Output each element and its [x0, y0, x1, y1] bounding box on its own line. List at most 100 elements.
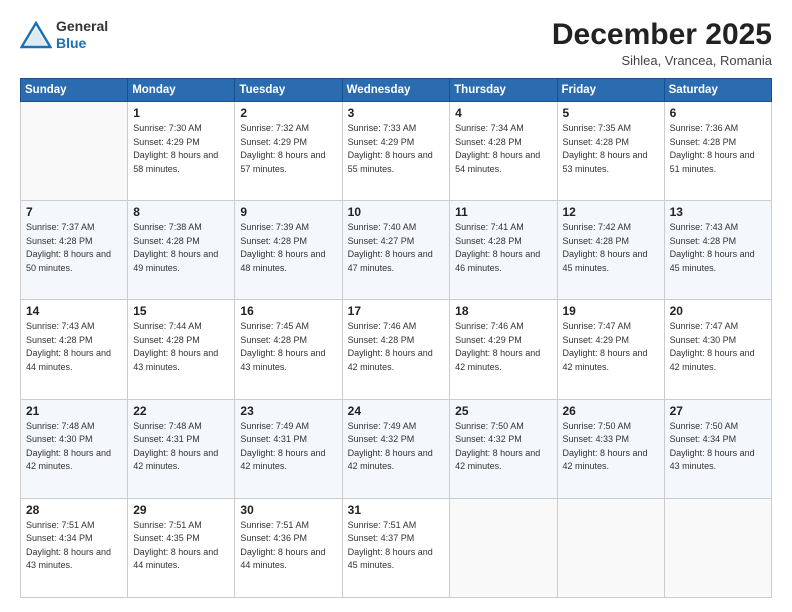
title-block: December 2025 Sihlea, Vrancea, Romania [552, 18, 772, 68]
calendar-cell: 22 Sunrise: 7:48 AMSunset: 4:31 PMDayligh… [128, 399, 235, 498]
day-number: 21 [26, 404, 122, 418]
calendar-cell: 30 Sunrise: 7:51 AMSunset: 4:36 PMDayligh… [235, 498, 342, 597]
sun-info: Sunrise: 7:50 AMSunset: 4:34 PMDaylight:… [670, 420, 766, 474]
location: Sihlea, Vrancea, Romania [552, 53, 772, 68]
sun-info: Sunrise: 7:50 AMSunset: 4:32 PMDaylight:… [455, 420, 551, 474]
sun-info: Sunrise: 7:35 AMSunset: 4:28 PMDaylight:… [563, 122, 659, 176]
sun-info: Sunrise: 7:34 AMSunset: 4:28 PMDaylight:… [455, 122, 551, 176]
sun-info: Sunrise: 7:37 AMSunset: 4:28 PMDaylight:… [26, 221, 122, 275]
day-number: 15 [133, 304, 229, 318]
day-number: 31 [348, 503, 445, 517]
day-number: 19 [563, 304, 659, 318]
sun-info: Sunrise: 7:49 AMSunset: 4:31 PMDaylight:… [240, 420, 336, 474]
calendar-cell: 2Sunrise: 7:32 AMSunset: 4:29 PMDaylight… [235, 102, 342, 201]
day-number: 24 [348, 404, 445, 418]
sun-info: Sunrise: 7:50 AMSunset: 4:33 PMDaylight:… [563, 420, 659, 474]
calendar-cell: 16Sunrise: 7:45 AMSunset: 4:28 PMDayligh… [235, 300, 342, 399]
sun-info: Sunrise: 7:41 AMSunset: 4:28 PMDaylight:… [455, 221, 551, 275]
calendar-cell: 24 Sunrise: 7:49 AMSunset: 4:32 PMDayligh… [342, 399, 450, 498]
sun-info: Sunrise: 7:32 AMSunset: 4:29 PMDaylight:… [240, 122, 336, 176]
calendar-cell: 6 Sunrise: 7:36 AMSunset: 4:28 PMDaylight… [664, 102, 771, 201]
calendar-cell: 18Sunrise: 7:46 AMSunset: 4:29 PMDayligh… [450, 300, 557, 399]
day-number: 6 [670, 106, 766, 120]
calendar-week-row: 28Sunrise: 7:51 AMSunset: 4:34 PMDayligh… [21, 498, 772, 597]
day-number: 25 [455, 404, 551, 418]
day-number: 7 [26, 205, 122, 219]
day-number: 23 [240, 404, 336, 418]
sun-info: Sunrise: 7:33 AMSunset: 4:29 PMDaylight:… [348, 122, 445, 176]
calendar-cell: 23 Sunrise: 7:49 AMSunset: 4:31 PMDayligh… [235, 399, 342, 498]
day-number: 5 [563, 106, 659, 120]
header: General Blue December 2025 Sihlea, Vranc… [20, 18, 772, 68]
calendar-cell: 11 Sunrise: 7:41 AMSunset: 4:28 PMDayligh… [450, 201, 557, 300]
calendar-cell [664, 498, 771, 597]
sun-info: Sunrise: 7:39 AMSunset: 4:28 PMDaylight:… [240, 221, 336, 275]
weekday-header: Saturday [664, 79, 771, 102]
sun-info: Sunrise: 7:51 AMSunset: 4:34 PMDaylight:… [26, 519, 122, 573]
day-number: 22 [133, 404, 229, 418]
day-number: 12 [563, 205, 659, 219]
calendar-cell: 20 Sunrise: 7:47 AMSunset: 4:30 PMDayligh… [664, 300, 771, 399]
sun-info: Sunrise: 7:51 AMSunset: 4:35 PMDaylight:… [133, 519, 229, 573]
calendar-cell: 26 Sunrise: 7:50 AMSunset: 4:33 PMDayligh… [557, 399, 664, 498]
weekday-header: Sunday [21, 79, 128, 102]
logo-icon [20, 21, 52, 49]
logo-blue: Blue [56, 35, 108, 52]
sun-info: Sunrise: 7:44 AMSunset: 4:28 PMDaylight:… [133, 320, 229, 374]
day-number: 26 [563, 404, 659, 418]
sun-info: Sunrise: 7:47 AMSunset: 4:29 PMDaylight:… [563, 320, 659, 374]
sun-info: Sunrise: 7:45 AMSunset: 4:28 PMDaylight:… [240, 320, 336, 374]
calendar-cell: 8Sunrise: 7:38 AMSunset: 4:28 PMDaylight… [128, 201, 235, 300]
calendar-week-row: 1 Sunrise: 7:30 AMSunset: 4:29 PMDaylight… [21, 102, 772, 201]
day-number: 11 [455, 205, 551, 219]
sun-info: Sunrise: 7:51 AMSunset: 4:36 PMDaylight:… [240, 519, 336, 573]
day-number: 3 [348, 106, 445, 120]
calendar-cell: 4 Sunrise: 7:34 AMSunset: 4:28 PMDaylight… [450, 102, 557, 201]
sun-info: Sunrise: 7:30 AMSunset: 4:29 PMDaylight:… [133, 122, 229, 176]
logo: General Blue [20, 18, 108, 52]
calendar-cell: 25 Sunrise: 7:50 AMSunset: 4:32 PMDayligh… [450, 399, 557, 498]
sun-info: Sunrise: 7:42 AMSunset: 4:28 PMDaylight:… [563, 221, 659, 275]
sun-info: Sunrise: 7:43 AMSunset: 4:28 PMDaylight:… [670, 221, 766, 275]
day-number: 1 [133, 106, 229, 120]
page: General Blue December 2025 Sihlea, Vranc… [0, 0, 792, 612]
day-number: 30 [240, 503, 336, 517]
day-number: 18 [455, 304, 551, 318]
calendar-cell: 14Sunrise: 7:43 AMSunset: 4:28 PMDayligh… [21, 300, 128, 399]
day-number: 27 [670, 404, 766, 418]
day-number: 4 [455, 106, 551, 120]
day-number: 29 [133, 503, 229, 517]
day-number: 14 [26, 304, 122, 318]
calendar-week-row: 14Sunrise: 7:43 AMSunset: 4:28 PMDayligh… [21, 300, 772, 399]
calendar-week-row: 21 Sunrise: 7:48 AMSunset: 4:30 PMDayligh… [21, 399, 772, 498]
calendar-cell: 3 Sunrise: 7:33 AMSunset: 4:29 PMDaylight… [342, 102, 450, 201]
sun-info: Sunrise: 7:47 AMSunset: 4:30 PMDaylight:… [670, 320, 766, 374]
logo-text: General Blue [56, 18, 108, 52]
sun-info: Sunrise: 7:46 AMSunset: 4:28 PMDaylight:… [348, 320, 445, 374]
calendar-cell: 1 Sunrise: 7:30 AMSunset: 4:29 PMDaylight… [128, 102, 235, 201]
calendar-cell: 31 Sunrise: 7:51 AMSunset: 4:37 PMDayligh… [342, 498, 450, 597]
month-title: December 2025 [552, 18, 772, 51]
weekday-header: Friday [557, 79, 664, 102]
sun-info: Sunrise: 7:49 AMSunset: 4:32 PMDaylight:… [348, 420, 445, 474]
weekday-header: Wednesday [342, 79, 450, 102]
calendar-cell: 21 Sunrise: 7:48 AMSunset: 4:30 PMDayligh… [21, 399, 128, 498]
calendar-cell: 28Sunrise: 7:51 AMSunset: 4:34 PMDayligh… [21, 498, 128, 597]
day-number: 8 [133, 205, 229, 219]
calendar-cell: 17Sunrise: 7:46 AMSunset: 4:28 PMDayligh… [342, 300, 450, 399]
day-number: 13 [670, 205, 766, 219]
calendar-cell: 12 Sunrise: 7:42 AMSunset: 4:28 PMDayligh… [557, 201, 664, 300]
sun-info: Sunrise: 7:51 AMSunset: 4:37 PMDaylight:… [348, 519, 445, 573]
sun-info: Sunrise: 7:36 AMSunset: 4:28 PMDaylight:… [670, 122, 766, 176]
day-number: 20 [670, 304, 766, 318]
calendar-cell: 15 Sunrise: 7:44 AMSunset: 4:28 PMDayligh… [128, 300, 235, 399]
calendar-cell: 5 Sunrise: 7:35 AMSunset: 4:28 PMDaylight… [557, 102, 664, 201]
calendar-cell [21, 102, 128, 201]
calendar-cell [557, 498, 664, 597]
calendar-cell: 7 Sunrise: 7:37 AMSunset: 4:28 PMDaylight… [21, 201, 128, 300]
calendar-cell: 10Sunrise: 7:40 AMSunset: 4:27 PMDayligh… [342, 201, 450, 300]
calendar-table: SundayMondayTuesdayWednesdayThursdayFrid… [20, 78, 772, 598]
calendar-cell: 9Sunrise: 7:39 AMSunset: 4:28 PMDaylight… [235, 201, 342, 300]
sun-info: Sunrise: 7:48 AMSunset: 4:30 PMDaylight:… [26, 420, 122, 474]
sun-info: Sunrise: 7:48 AMSunset: 4:31 PMDaylight:… [133, 420, 229, 474]
